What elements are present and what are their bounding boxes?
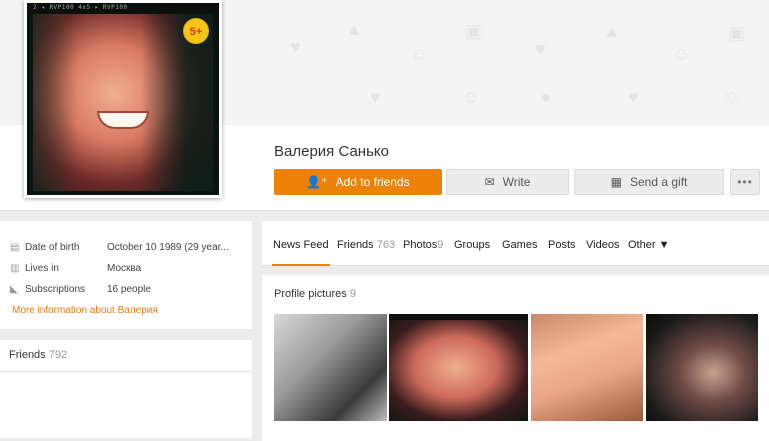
more-information-link[interactable]: More information about Валерия — [12, 305, 158, 316]
profile-picture-thumb[interactable] — [274, 314, 387, 421]
age-rating-badge: 5+ — [183, 18, 209, 44]
profile-tabs: News Feed Friends 763 Photos9 Groups Gam… — [262, 221, 769, 266]
thumb-icon: ▲ — [603, 21, 621, 41]
ball-icon: ● — [540, 87, 551, 107]
tab-photos[interactable]: Photos9 — [403, 221, 443, 266]
rss-icon: ◣ — [10, 283, 18, 295]
smile-icon: ☺ — [672, 44, 691, 64]
heart-icon: ♥ — [370, 87, 381, 107]
heart-icon: ♥ — [628, 87, 639, 107]
avatar-film-strip: 2 ◂ RVP100 4x5 ▸ RVP100 — [27, 3, 219, 13]
info-row-subscriptions: ◣ Subscriptions 16 people — [10, 283, 151, 295]
profile-picture-thumb[interactable] — [389, 314, 528, 421]
profile-pictures-section: Profile pictures 9 — [262, 275, 769, 441]
smile-icon: ☺ — [722, 87, 741, 107]
gift-icon: ▦ — [610, 175, 622, 189]
friends-card-title[interactable]: Friends 792 — [9, 349, 67, 361]
thumb-icon: ▲ — [345, 19, 363, 39]
envelope-icon: ✉ — [484, 175, 495, 189]
tab-other[interactable]: Other ▼ — [628, 221, 669, 266]
picture-icon: ▣ — [728, 23, 746, 43]
add-to-friends-button[interactable]: 👤⁺ Add to friends — [274, 169, 442, 195]
smile-icon: ☺ — [462, 87, 481, 107]
tab-friends[interactable]: Friends 763 — [337, 221, 395, 266]
profile-name: Валерия Санько — [274, 143, 389, 160]
more-options-button[interactable]: ••• — [730, 169, 760, 195]
calendar-icon: ▤ — [10, 241, 20, 253]
add-user-icon: 👤⁺ — [306, 175, 328, 189]
profile-picture-thumb[interactable] — [646, 314, 758, 421]
friends-card: Friends 792 — [0, 340, 252, 441]
write-button[interactable]: ✉ Write — [446, 169, 569, 195]
profile-info-card: ▤ Date of birth October 10 1989 (29 year.… — [0, 221, 252, 329]
heart-icon: ♥ — [290, 37, 301, 57]
send-gift-button[interactable]: ▦ Send a gift — [574, 169, 724, 195]
info-row-birth: ▤ Date of birth October 10 1989 (29 year.… — [10, 241, 229, 253]
tab-games[interactable]: Games — [502, 221, 537, 266]
building-icon: ▥ — [10, 262, 20, 274]
tab-news-feed[interactable]: News Feed — [272, 221, 330, 266]
tab-groups[interactable]: Groups — [454, 221, 490, 266]
tab-videos[interactable]: Videos — [586, 221, 619, 266]
info-row-lives: ▥ Lives in Москва — [10, 262, 142, 274]
tab-posts[interactable]: Posts — [548, 221, 576, 266]
profile-avatar[interactable]: 2 ◂ RVP100 4x5 ▸ RVP100 5+ — [24, 0, 222, 198]
heart-icon: ♥ — [535, 39, 546, 59]
smile-icon: ☺ — [410, 44, 429, 64]
avatar-photo: 2 ◂ RVP100 4x5 ▸ RVP100 5+ — [27, 3, 219, 195]
picture-icon: ▣ — [465, 21, 483, 41]
profile-picture-thumb[interactable] — [531, 314, 643, 421]
profile-pictures-title[interactable]: Profile pictures 9 — [274, 288, 356, 300]
